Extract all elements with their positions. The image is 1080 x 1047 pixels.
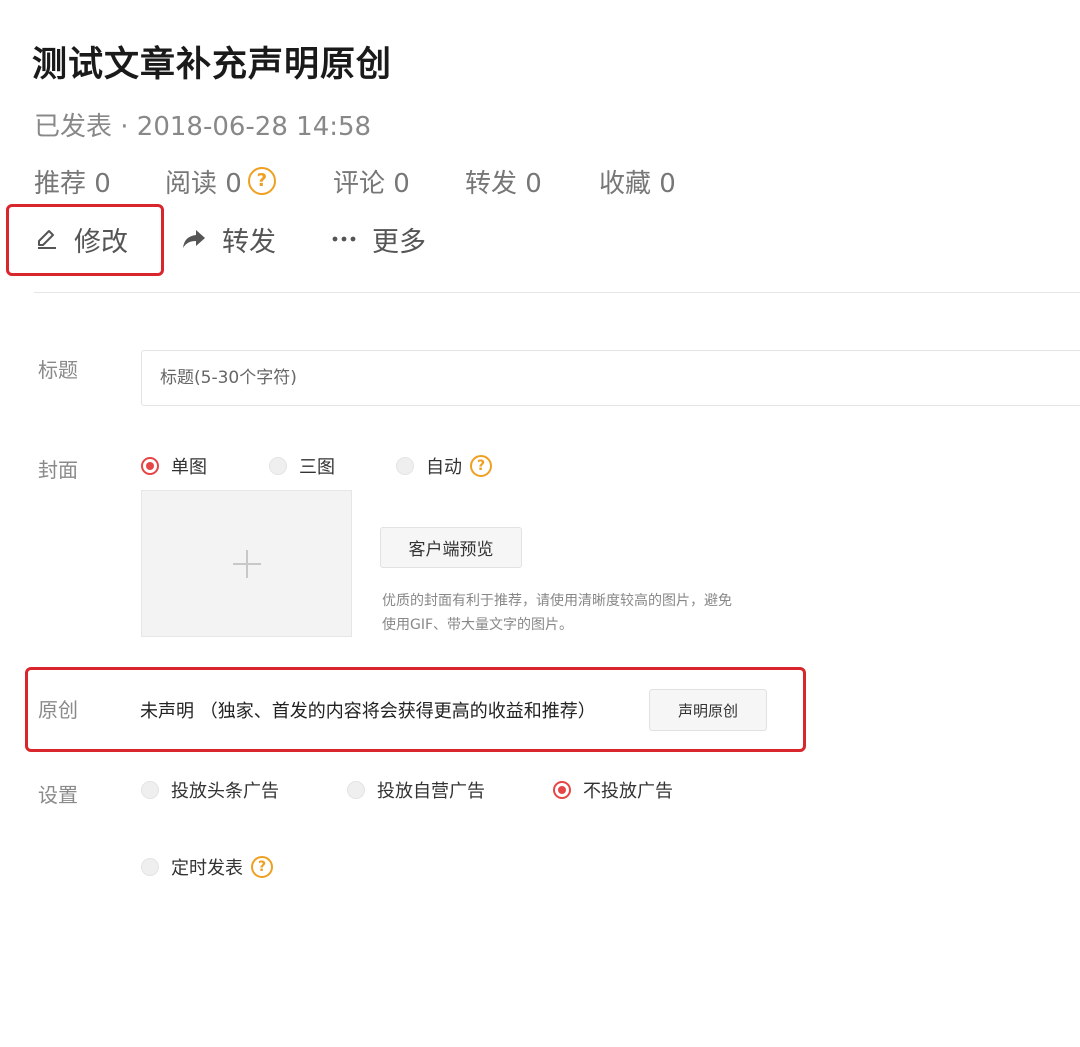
ellipsis-icon — [332, 236, 356, 242]
question-circle-icon[interactable]: ? — [247, 167, 276, 195]
cover-hint: 优质的封面有利于推荐，请使用清晰度较高的图片，避免使用GIF、带大量文字的图片。 — [382, 593, 732, 633]
settings-label: 设置 — [38, 783, 78, 807]
stat-read: 阅读 0 ? — [165, 163, 333, 200]
cover-option-single[interactable]: 单图 — [141, 453, 269, 479]
share-button[interactable]: 转发 — [182, 220, 332, 259]
edit-button[interactable]: 修改 — [36, 220, 182, 259]
ad-option-toutiao-label: 投放头条广告 — [171, 781, 279, 802]
radio-auto[interactable] — [396, 457, 414, 475]
ad-options: 投放头条广告 投放自营广告 不投放广告 — [141, 778, 673, 802]
schedule-label: 定时发表 — [171, 858, 243, 879]
ad-option-none[interactable]: 不投放广告 — [553, 777, 673, 803]
ad-option-self-label: 投放自营广告 — [377, 781, 485, 802]
stat-recommend: 推荐 0 — [34, 163, 165, 200]
share-button-label: 转发 — [222, 226, 276, 258]
title-input[interactable] — [142, 351, 1080, 405]
checkbox-schedule[interactable] — [141, 858, 159, 876]
stat-share: 转发 0 — [465, 163, 599, 200]
header-divider — [34, 292, 1080, 293]
stat-favorite: 收藏 0 — [599, 163, 676, 200]
client-preview-button[interactable]: 客户端预览 — [380, 527, 522, 568]
radio-toutiao-ads[interactable] — [141, 781, 159, 799]
radio-three-images[interactable] — [269, 457, 287, 475]
original-label: 原创 — [38, 698, 78, 722]
share-arrow-icon — [183, 230, 205, 248]
cover-upload-area[interactable] — [141, 490, 352, 637]
schedule-option[interactable]: 定时发表 ? — [141, 855, 273, 879]
stat-comment: 评论 0 — [333, 163, 465, 200]
article-publish-meta: 已发表 · 2018-06-28 14:58 — [34, 112, 372, 142]
stat-read-label: 阅读 0 — [165, 168, 242, 199]
plus-icon — [232, 549, 261, 578]
more-button[interactable]: 更多 — [332, 220, 426, 259]
cover-option-triple-label: 三图 — [299, 457, 335, 478]
edit-button-label: 修改 — [74, 226, 128, 258]
ad-option-toutiao[interactable]: 投放头条广告 — [141, 777, 347, 803]
pencil-icon — [38, 230, 56, 249]
article-actions: 修改 转发 更多 — [36, 219, 426, 259]
cover-label: 封面 — [38, 458, 78, 482]
question-circle-icon[interactable]: ? — [251, 856, 273, 878]
original-status: 未声明 （独家、首发的内容将会获得更高的收益和推荐） — [140, 701, 596, 722]
cover-option-auto[interactable]: 自动 ? — [396, 453, 492, 479]
stat-share-label: 转发 0 — [465, 168, 542, 199]
cover-option-triple[interactable]: 三图 — [269, 453, 396, 479]
ad-option-none-label: 不投放广告 — [583, 781, 673, 802]
cover-options: 单图 三图 自动 ? — [141, 454, 492, 478]
stat-favorite-label: 收藏 0 — [599, 168, 676, 199]
question-circle-icon[interactable]: ? — [470, 455, 492, 477]
stat-recommend-label: 推荐 0 — [34, 168, 111, 199]
more-button-label: 更多 — [372, 226, 426, 258]
cover-option-auto-label: 自动 — [426, 457, 462, 478]
title-field-label: 标题 — [38, 358, 78, 382]
declare-original-button[interactable]: 声明原创 — [649, 689, 767, 731]
cover-option-single-label: 单图 — [171, 457, 207, 478]
radio-single-image[interactable] — [141, 457, 159, 475]
article-title: 测试文章补充声明原创 — [32, 45, 393, 85]
radio-self-ads[interactable] — [347, 781, 365, 799]
title-field[interactable] — [141, 350, 1080, 406]
radio-no-ads[interactable] — [553, 781, 571, 799]
stat-comment-label: 评论 0 — [333, 168, 410, 199]
article-stats: 推荐 0 阅读 0 ? 评论 0 转发 0 收藏 0 — [34, 163, 676, 199]
ad-option-self[interactable]: 投放自营广告 — [347, 777, 553, 803]
